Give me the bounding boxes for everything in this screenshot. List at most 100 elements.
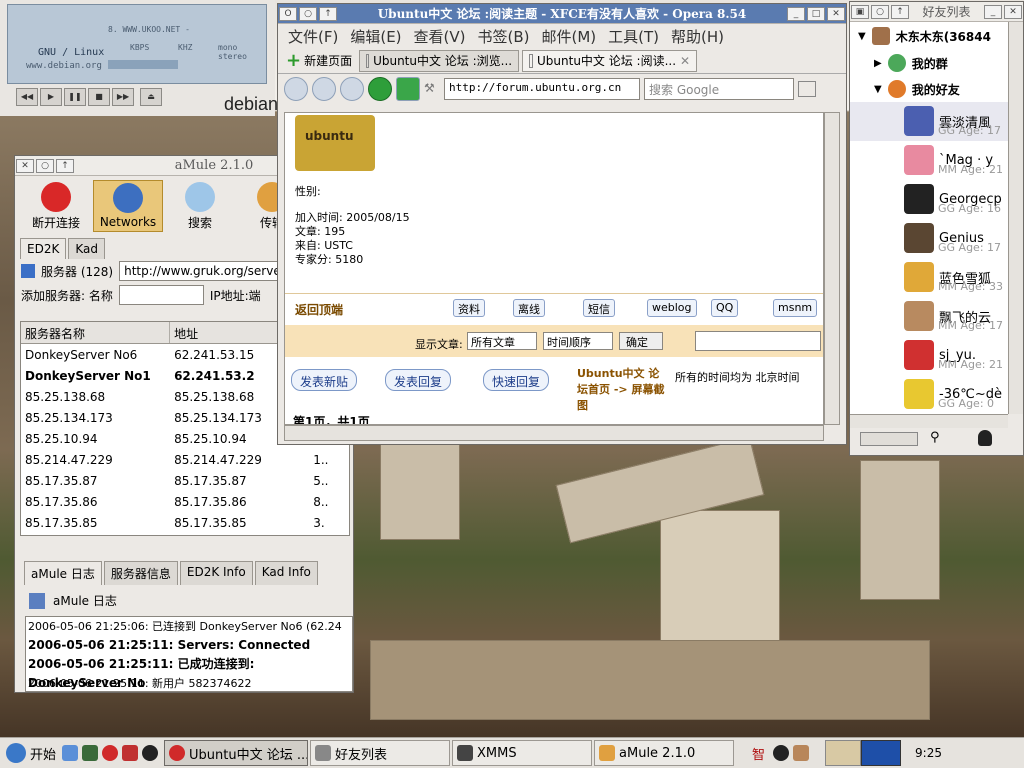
buddy-item[interactable]: sj_yu. MM Age: 21 — [850, 336, 1008, 375]
group-qun[interactable]: ▶ 我的群 — [850, 50, 1008, 76]
music-icon[interactable] — [122, 745, 139, 761]
back-icon[interactable] — [284, 77, 308, 101]
collapse-icon[interactable]: ▼ — [874, 84, 882, 95]
status-button[interactable] — [860, 432, 918, 446]
new-post-button[interactable]: 发表新贴 — [291, 369, 358, 391]
log-box[interactable]: 2006-05-06 21:25:06: 已连接到 DonkeyServer N… — [25, 616, 353, 692]
up-icon[interactable]: ↑ — [319, 6, 337, 21]
buddy-item[interactable]: Georgecp GG Age: 16 — [850, 180, 1008, 219]
tab-forum-browse[interactable]: Ubuntu中文 论坛 :浏览... — [359, 49, 520, 72]
jump-input[interactable] — [695, 331, 821, 351]
opera-titlebar[interactable]: O ○ ↑ Ubuntu中文 论坛 :阅读主题 - XFCE有没有人喜欢 - O… — [278, 4, 846, 24]
wand-icon[interactable]: ⚒ — [424, 81, 440, 97]
tab-kad[interactable]: Kad — [68, 238, 105, 259]
search-button[interactable]: 搜索 — [165, 180, 235, 232]
eject-button[interactable]: ⏏ — [140, 88, 162, 106]
opera-window[interactable]: O ○ ↑ Ubuntu中文 论坛 :阅读主题 - XFCE有没有人喜欢 - O… — [277, 3, 847, 445]
buddy-item[interactable]: 蓝色雪狐 MM Age: 33 — [850, 258, 1008, 297]
task-amule[interactable]: aMule 2.1.0 — [594, 740, 735, 766]
maximize-icon[interactable]: □ — [807, 6, 825, 21]
buddy-item[interactable]: `Mag · y MM Age: 21 — [850, 141, 1008, 180]
offline-button[interactable]: 离线 — [513, 299, 545, 317]
buddy-item[interactable]: 雲淡清風 GG Age: 17 — [850, 102, 1008, 141]
new-page-button[interactable]: 新建页面 — [304, 52, 352, 69]
networks-button[interactable]: Networks — [93, 180, 163, 232]
tab-ed2k-info[interactable]: ED2K Info — [179, 561, 253, 585]
server-name-input[interactable] — [118, 285, 204, 305]
panels-icon[interactable] — [798, 81, 816, 97]
order-select[interactable]: 时间顺序 — [543, 332, 613, 350]
cube-icon[interactable]: ▣ — [851, 4, 869, 19]
expand-icon[interactable]: ▶ — [874, 58, 882, 69]
up-icon[interactable]: ↑ — [891, 4, 909, 19]
opera-menu-icon[interactable]: O — [279, 6, 297, 21]
menu-icon[interactable]: ✕ — [16, 158, 34, 173]
forward-icon[interactable] — [312, 77, 336, 101]
xmms-seek-bar[interactable] — [108, 60, 178, 69]
ime-indicator[interactable]: 智 — [752, 744, 765, 763]
reply-button[interactable]: 发表回复 — [385, 369, 452, 391]
shade-icon[interactable]: ○ — [36, 158, 54, 173]
xmms-player[interactable]: 8. WWW.UKOO.NET - KBPS KHZ mono stereo G… — [0, 0, 278, 116]
collapse-icon[interactable]: ▼ — [858, 31, 866, 42]
table-row[interactable]: 85.17.35.87 85.17.35.87 5.. — [21, 470, 349, 491]
task-buddy[interactable]: 好友列表 — [310, 740, 451, 766]
table-row[interactable]: 85.17.35.85 85.17.35.85 3. — [21, 512, 349, 533]
group-friends[interactable]: ▼ 我的好友 — [850, 76, 1008, 102]
shade-icon[interactable]: ○ — [299, 6, 317, 21]
menu-file[interactable]: 文件(F) — [288, 26, 338, 47]
minimize-icon[interactable]: _ — [984, 4, 1002, 19]
buddy-list-window[interactable]: ▣ ○ ↑ 好友列表 _ ✕ ▼ 木东木东(36844 ▶ 我的群 ▼ 我的好友 雲淡… — [849, 1, 1024, 456]
disconnect-button[interactable]: 断开连接 — [21, 180, 91, 232]
weblog-button[interactable]: weblog — [647, 299, 697, 317]
prev-button[interactable]: ◀◀ — [16, 88, 38, 106]
stop-button[interactable]: ■ — [88, 88, 110, 106]
table-row[interactable]: 85.17.35.86 85.17.35.86 8.. — [21, 491, 349, 512]
rewind-icon[interactable] — [340, 77, 364, 101]
forum-breadcrumb[interactable]: Ubuntu中文 论坛首页 -> 屏幕截图 — [577, 365, 669, 413]
qq-icon[interactable] — [142, 745, 159, 761]
self-entry[interactable]: ▼ 木东木东(36844 — [850, 22, 1008, 50]
close-icon[interactable]: ✕ — [1004, 4, 1022, 19]
settings-icon[interactable] — [82, 745, 99, 761]
close-icon[interactable]: ✕ — [827, 6, 845, 21]
menu-tools[interactable]: 工具(T) — [608, 26, 659, 47]
buddy-item[interactable]: 飘飞的云 MM Age: 17 — [850, 297, 1008, 336]
ok-button[interactable]: 确定 — [619, 332, 663, 350]
search-input[interactable]: 搜索 Google — [644, 78, 794, 100]
opera-icon[interactable] — [102, 745, 119, 761]
buddy-item[interactable]: Genius GG Age: 17 — [850, 219, 1008, 258]
buddy-scrollbar[interactable] — [1008, 22, 1023, 414]
go-icon[interactable] — [368, 77, 392, 101]
tab-forum-read[interactable]: Ubuntu中文 论坛 :阅读... ✕ — [522, 49, 698, 72]
table-row[interactable]: 85.214.47.229 85.214.47.229 1.. — [21, 449, 349, 470]
qq-tray-icon[interactable] — [773, 745, 790, 761]
msn-button[interactable]: msnm — [773, 299, 818, 317]
qq-penguin-icon[interactable] — [978, 430, 992, 446]
menu-view[interactable]: 查看(V) — [414, 26, 466, 47]
buddy-titlebar[interactable]: ▣ ○ ↑ 好友列表 _ ✕ — [850, 2, 1023, 22]
workspace-1[interactable] — [825, 740, 862, 766]
up-icon[interactable]: ↑ — [56, 158, 74, 173]
files-icon[interactable] — [62, 745, 79, 761]
qq-button[interactable]: QQ — [711, 299, 739, 317]
close-tab-icon[interactable]: ✕ — [680, 54, 690, 68]
play-icon[interactable] — [21, 264, 35, 278]
vertical-scrollbar[interactable] — [824, 112, 840, 425]
quick-reply-button[interactable]: 快速回复 — [483, 369, 550, 391]
menu-help[interactable]: 帮助(H) — [671, 26, 724, 47]
message-button[interactable]: 短信 — [583, 299, 615, 317]
tab-kad-info[interactable]: Kad Info — [254, 561, 318, 585]
filter-select[interactable]: 所有文章 — [467, 332, 537, 350]
buddy-hscrollbar[interactable] — [850, 414, 1008, 428]
start-button[interactable]: 开始 — [0, 743, 62, 763]
reload-icon[interactable] — [396, 77, 420, 101]
task-xmms[interactable]: XMMS — [452, 740, 593, 766]
back-to-top-link[interactable]: 返回顶端 — [295, 301, 343, 318]
play-button[interactable]: ▶ — [40, 88, 62, 106]
tab-ed2k[interactable]: ED2K — [20, 238, 67, 259]
buddy-tree[interactable]: ▼ 木东木东(36844 ▶ 我的群 ▼ 我的好友 雲淡清風 GG Age: 17 `Ma… — [850, 22, 1008, 414]
pause-button[interactable]: ❚❚ — [64, 88, 86, 106]
page-content[interactable]: ubuntu 性别: 加入时间: 2005/08/15 文章: 195 来自: … — [284, 112, 824, 425]
col-server-name[interactable]: 服务器名称 — [21, 322, 171, 343]
